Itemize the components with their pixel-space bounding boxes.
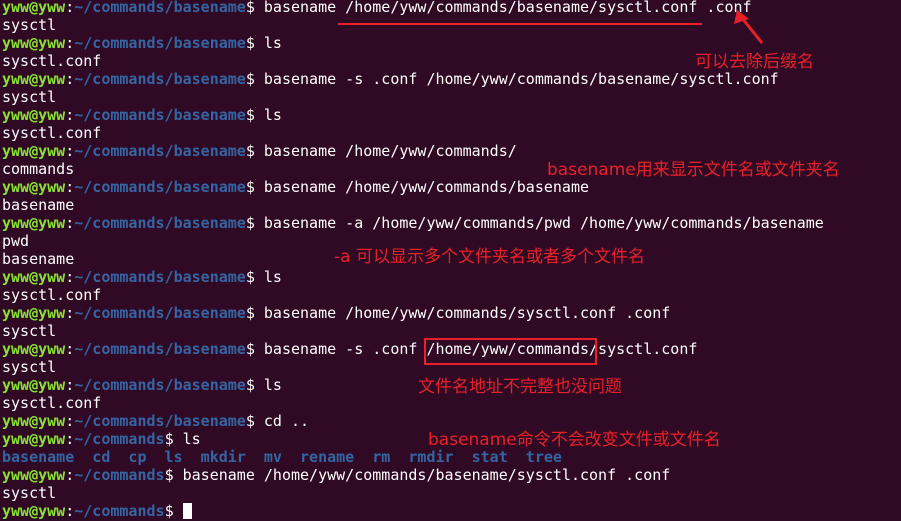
annotation-multiple: -a 可以显示多个文件夹名或者多个文件名: [334, 247, 645, 267]
annotation-remove-suffix: 可以去除后缀名: [695, 52, 814, 72]
annotation-incomplete-path: 文件名地址不完整也没问题: [418, 377, 622, 397]
annotation-show-name: basename用来显示文件名或文件夹名: [547, 160, 840, 180]
annotation-no-change: basename命令不会改变文件或文件名: [428, 430, 721, 450]
